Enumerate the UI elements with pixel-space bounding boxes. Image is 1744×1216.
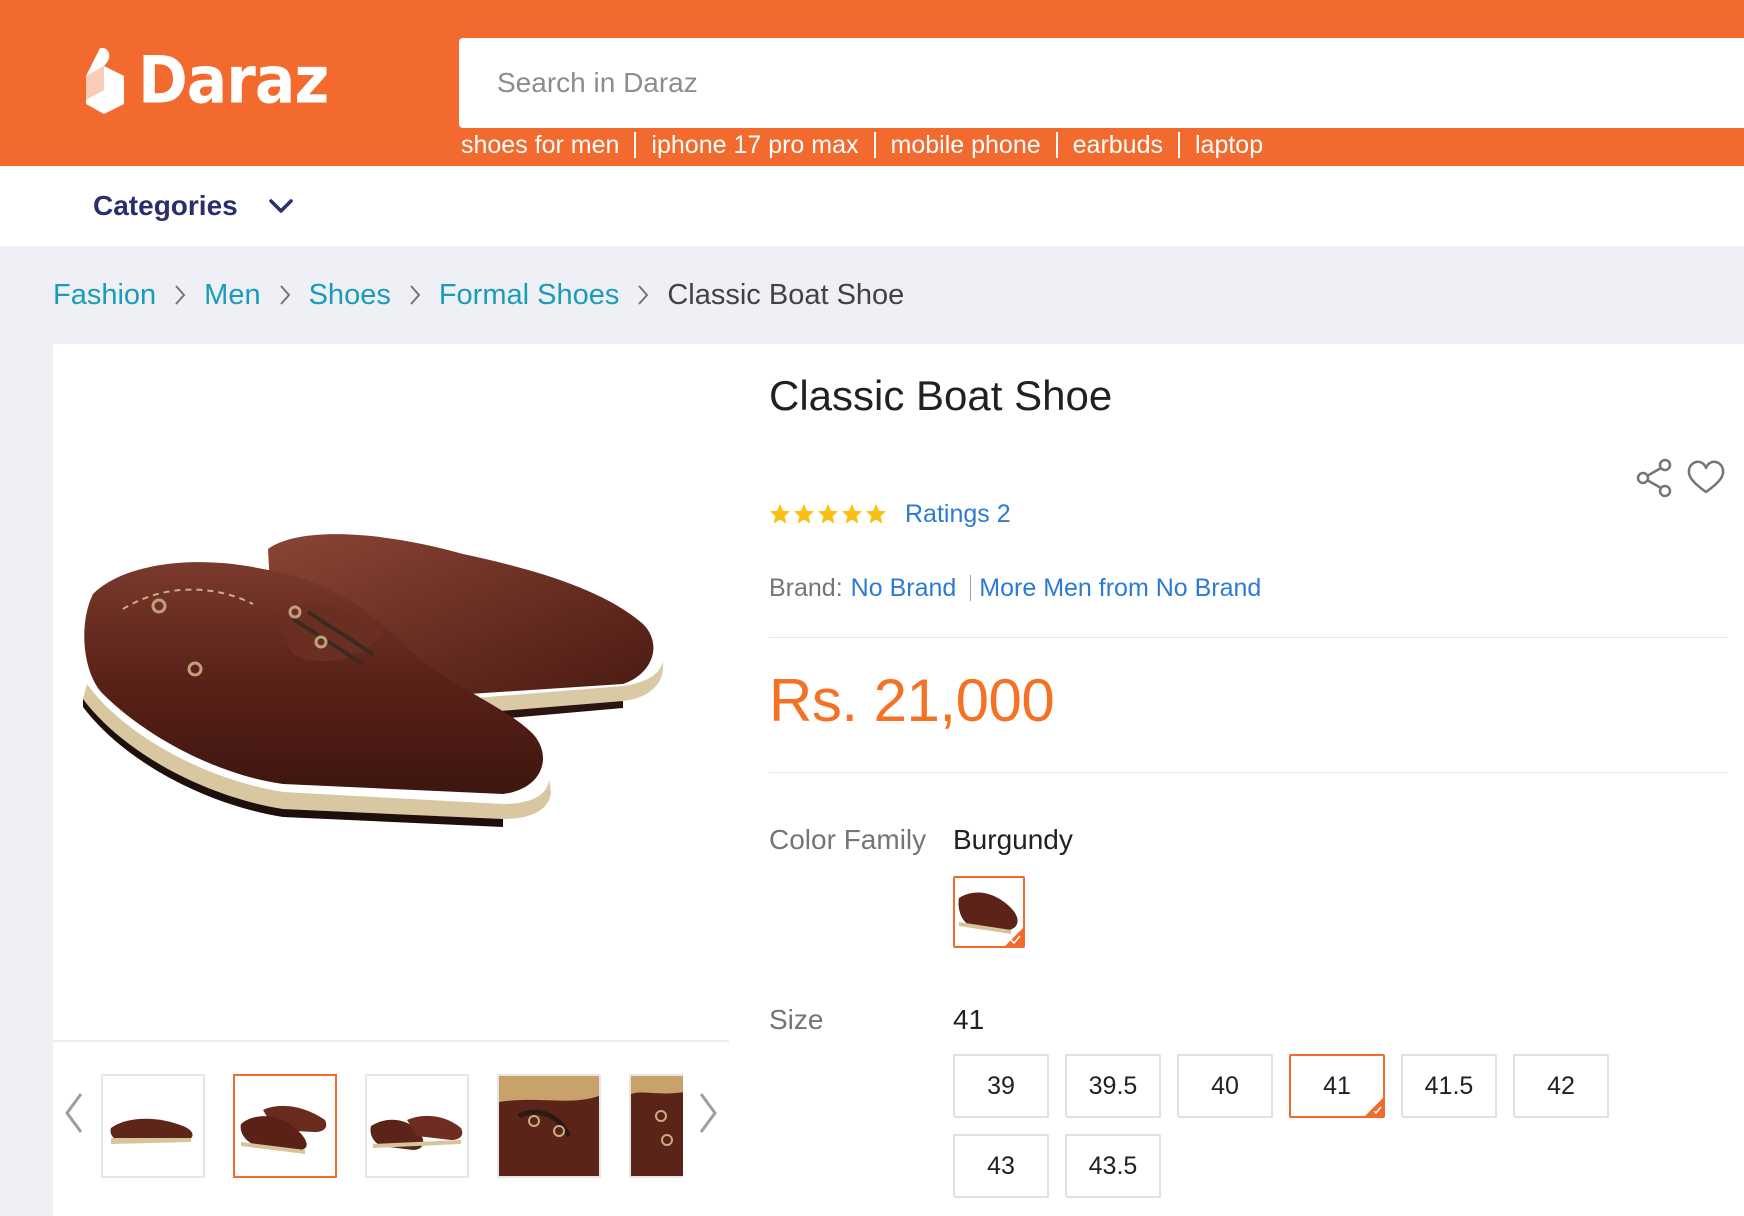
thumbnail-image xyxy=(235,1076,335,1176)
chevron-right-icon xyxy=(636,283,650,307)
chevron-right-icon xyxy=(278,283,292,307)
product-details: Classic Boat Shoe Ratings 2 Brand: No Br… xyxy=(769,344,1744,1216)
swatch-image xyxy=(955,878,1023,946)
size-option-label: 41 xyxy=(1323,1071,1351,1100)
daraz-logo[interactable]: Daraz xyxy=(86,43,329,119)
search-box xyxy=(459,38,1744,128)
star-icon xyxy=(769,503,791,524)
daraz-wordmark: Daraz xyxy=(138,43,329,119)
section-divider xyxy=(769,637,1728,638)
section-divider xyxy=(769,772,1728,773)
suggestion-divider xyxy=(1055,132,1058,158)
rating-stars xyxy=(769,503,887,525)
size-option-41-5[interactable]: 41.5 xyxy=(1401,1054,1497,1118)
size-option-40[interactable]: 40 xyxy=(1177,1054,1273,1118)
search-input[interactable] xyxy=(497,38,1697,128)
thumbnail-image xyxy=(103,1076,203,1176)
suggestion-iphone-17-pro-max[interactable]: iphone 17 pro max xyxy=(651,128,858,162)
site-header: Daraz shoes for men iphone 17 pro max mo… xyxy=(0,0,1744,166)
brand-link[interactable]: No Brand xyxy=(851,574,957,603)
suggestion-earbuds[interactable]: earbuds xyxy=(1073,128,1163,162)
breadcrumb-men[interactable]: Men xyxy=(204,279,260,312)
size-label: Size xyxy=(769,1004,824,1035)
chevron-down-icon xyxy=(268,199,293,213)
search-suggestions: shoes for men iphone 17 pro max mobile p… xyxy=(461,128,1263,162)
chevron-left-icon[interactable] xyxy=(59,1088,89,1138)
thumbnail-image xyxy=(499,1076,599,1176)
breadcrumb: Fashion Men Shoes Formal Shoes Classic B… xyxy=(53,274,904,316)
size-option-43-5[interactable]: 43.5 xyxy=(1065,1134,1161,1198)
product-title: Classic Boat Shoe xyxy=(769,372,1113,419)
breadcrumb-fashion[interactable]: Fashion xyxy=(53,279,156,312)
thumbnail-image xyxy=(367,1076,467,1176)
breadcrumb-formal-shoes[interactable]: Formal Shoes xyxy=(439,279,620,312)
ratings-link[interactable]: Ratings 2 xyxy=(905,500,1011,529)
suggestion-shoes-for-men[interactable]: shoes for men xyxy=(461,128,619,162)
suggestion-divider xyxy=(873,132,876,158)
brand-divider xyxy=(970,575,972,601)
daraz-logo-icon xyxy=(86,48,124,114)
size-option-39[interactable]: 39 xyxy=(953,1054,1049,1118)
gallery-divider xyxy=(53,1040,729,1042)
size-value: 41 xyxy=(953,1004,985,1035)
gallery-thumbnail[interactable] xyxy=(629,1074,683,1178)
heart-icon[interactable] xyxy=(1686,458,1726,498)
product-main-image[interactable] xyxy=(63,494,703,894)
gallery-thumbnail[interactable] xyxy=(497,1074,601,1178)
star-icon xyxy=(865,503,887,524)
chevron-right-icon xyxy=(173,283,187,307)
size-option-39-5[interactable]: 39.5 xyxy=(1065,1054,1161,1118)
thumbnail-strip xyxy=(53,1058,729,1178)
star-icon xyxy=(817,503,839,524)
brand-row: Brand: No Brand More Men from No Brand xyxy=(769,568,1261,608)
product-price: Rs. 21,000 xyxy=(769,667,1055,734)
product-card: Classic Boat Shoe Ratings 2 Brand: No Br… xyxy=(53,344,1744,1216)
star-icon xyxy=(841,503,863,524)
gallery-thumbnail[interactable] xyxy=(101,1074,205,1178)
size-option-42[interactable]: 42 xyxy=(1513,1054,1609,1118)
suggestion-divider xyxy=(634,132,637,158)
breadcrumb-shoes[interactable]: Shoes xyxy=(309,279,391,312)
color-swatch-burgundy[interactable] xyxy=(953,876,1025,948)
size-option-43[interactable]: 43 xyxy=(953,1134,1049,1198)
more-from-brand-link[interactable]: More Men from No Brand xyxy=(979,574,1261,603)
gallery-thumbnail-selected[interactable] xyxy=(233,1074,337,1178)
chevron-right-icon xyxy=(408,283,422,307)
thumbnail-image xyxy=(631,1076,683,1176)
suggestion-laptop[interactable]: laptop xyxy=(1195,128,1263,162)
categories-dropdown[interactable]: Categories xyxy=(93,166,294,246)
color-family-value: Burgundy xyxy=(953,824,1073,855)
brand-label: Brand: xyxy=(769,573,843,602)
suggestion-mobile-phone[interactable]: mobile phone xyxy=(891,128,1041,162)
categories-bar: Categories xyxy=(0,166,1744,246)
breadcrumb-current: Classic Boat Shoe xyxy=(667,278,905,311)
size-option-41-selected[interactable]: 41 xyxy=(1289,1054,1385,1118)
rating-row: Ratings 2 xyxy=(769,494,1011,534)
chevron-right-icon[interactable] xyxy=(693,1088,723,1138)
check-icon xyxy=(1365,1098,1383,1116)
product-gallery xyxy=(53,344,729,1216)
color-family-label: Color Family xyxy=(769,824,927,855)
suggestion-divider xyxy=(1178,132,1180,158)
categories-label: Categories xyxy=(93,190,238,221)
gallery-thumbnail[interactable] xyxy=(365,1074,469,1178)
share-icon[interactable] xyxy=(1634,458,1674,498)
star-icon xyxy=(793,503,815,524)
